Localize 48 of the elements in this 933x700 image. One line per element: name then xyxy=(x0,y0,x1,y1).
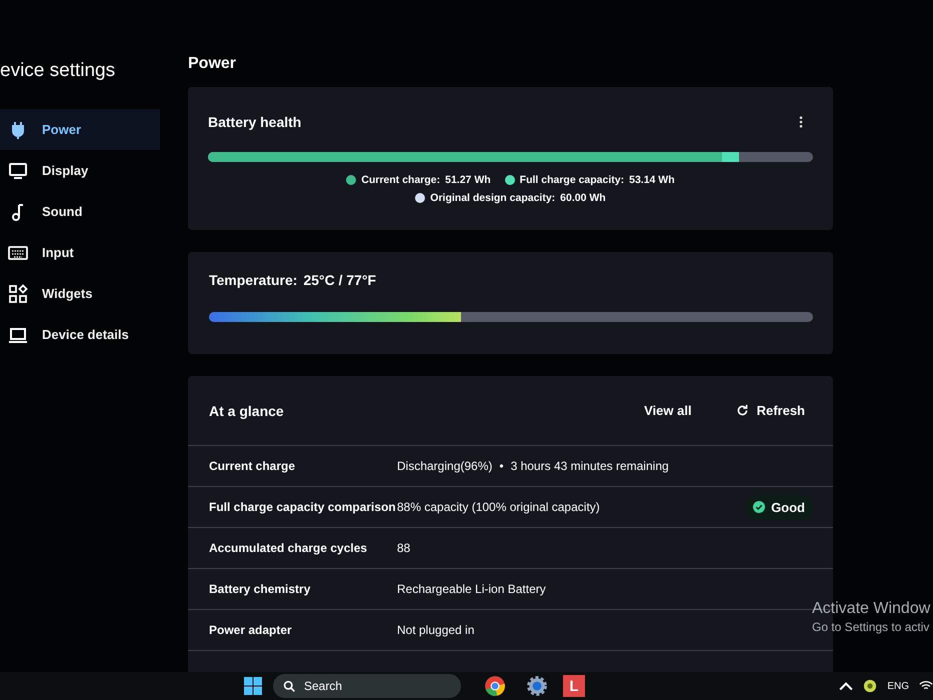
widgets-icon xyxy=(8,284,28,304)
row-value: 3 hours 43 minutes remaining xyxy=(510,459,669,473)
monitor-icon xyxy=(8,160,28,180)
legend-label: Current charge: xyxy=(361,174,440,186)
row-value: Not plugged in xyxy=(397,623,474,637)
start-icon[interactable] xyxy=(243,676,263,696)
row-label: Accumulated charge cycles xyxy=(209,541,368,555)
gear-icon[interactable] xyxy=(526,675,548,697)
row-value: • xyxy=(499,459,504,473)
legend-value: 51.27 Wh xyxy=(445,174,491,186)
view-all-link[interactable]: View all xyxy=(636,399,700,422)
row-value: Discharging(96%) xyxy=(397,459,492,473)
app-icon[interactable]: L xyxy=(563,675,585,697)
row-label: Battery chemistry xyxy=(209,582,312,596)
search-field[interactable]: Search xyxy=(273,674,461,698)
legend-label: Original design capacity: xyxy=(430,192,556,204)
status-badge: Good xyxy=(745,494,813,520)
card-title: At a glance xyxy=(209,402,284,418)
sidebar-item[interactable]: Input xyxy=(0,232,160,273)
sidebar-item[interactable]: Widgets xyxy=(0,273,160,314)
refresh-icon xyxy=(736,404,749,417)
temperature-value: 25°C / 77°F xyxy=(303,272,376,288)
page-title: Power xyxy=(188,55,238,73)
legend-label: Full charge capacity: xyxy=(520,174,624,186)
sidebar-item[interactable]: Display xyxy=(0,150,160,191)
language-indicator[interactable]: ENG xyxy=(887,680,909,692)
card-title: Battery health xyxy=(208,114,302,130)
row-label: Power adapter xyxy=(209,623,293,637)
refresh-button[interactable]: Refresh xyxy=(728,399,813,422)
sidebar-item[interactable]: Device details xyxy=(0,314,160,355)
row-label: Current charge xyxy=(209,459,296,473)
sidebar-item[interactable]: Sound xyxy=(0,191,160,232)
sidebar-title: evice settings xyxy=(0,60,116,82)
card-title: Temperature: xyxy=(209,272,298,288)
sidebar-item[interactable]: Power xyxy=(0,109,160,150)
activation-subtitle: Go to Settings to activ xyxy=(812,620,930,634)
activation-title: Activate Window xyxy=(812,600,930,618)
row-value: 88% capacity (100% original capacity) xyxy=(397,500,600,514)
browser-icon[interactable] xyxy=(484,675,506,697)
row-value: Rechargeable Li-ion Battery xyxy=(397,582,546,596)
check-icon xyxy=(753,501,766,513)
legend-value: 60.00 Wh xyxy=(560,192,606,204)
search-icon xyxy=(283,680,296,692)
legend-value: 53.14 Wh xyxy=(629,174,675,186)
row-label: Full charge capacity comparison xyxy=(209,500,397,514)
circle-icon[interactable] xyxy=(863,679,878,693)
more-options-icon[interactable] xyxy=(799,116,803,128)
row-value: 88 xyxy=(397,541,410,555)
